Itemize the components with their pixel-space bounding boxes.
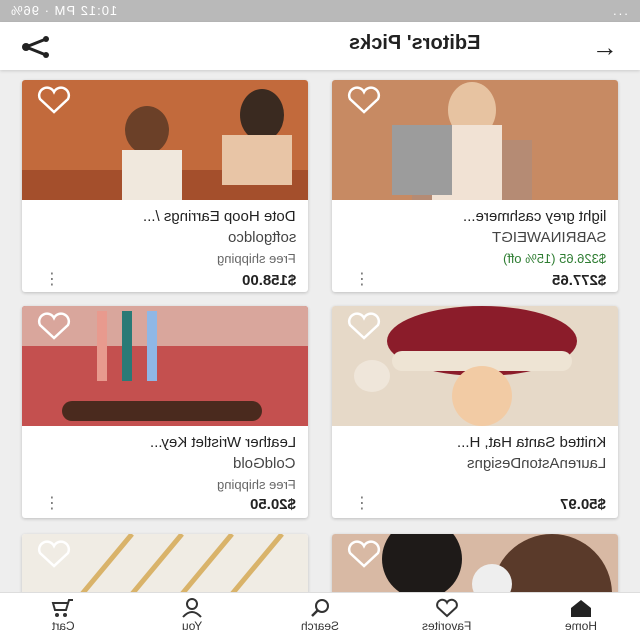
nav-favorites-label: Favorites [422, 619, 472, 633]
heart-icon[interactable] [346, 540, 382, 568]
more-menu-icon[interactable]: ⋮ [44, 496, 60, 512]
product-card[interactable]: Dote Hoop Earrings /... softgoldco Free … [22, 80, 308, 292]
product-card[interactable] [22, 534, 308, 592]
nav-you[interactable]: You [147, 597, 237, 633]
product-name: Leather Wristlet Key... [149, 434, 296, 451]
product-shop: LaurenAstonDesigns [466, 455, 606, 472]
product-card[interactable]: Knitted Santa Hat, H... LaurenAstonDesig… [332, 306, 618, 518]
product-name: Knitted Santa Hat, H... [456, 434, 606, 451]
page-title: Editors' Picks [349, 32, 481, 54]
product-shop: SABRINAWEIGT [491, 229, 606, 246]
free-shipping-label: Free shipping [217, 477, 296, 492]
nav-search-label: Search [300, 619, 340, 633]
product-card[interactable] [332, 534, 618, 592]
more-menu-icon[interactable]: ⋮ [354, 496, 370, 512]
status-extra: ... [611, 3, 628, 18]
nav-search[interactable]: Search [275, 597, 365, 633]
back-arrow-icon[interactable]: ← [592, 32, 618, 63]
favorites-icon [402, 597, 492, 619]
nav-favorites[interactable]: Favorites [402, 597, 492, 633]
nav-cart[interactable]: Cart [18, 597, 108, 633]
product-name: light grey cashmere... [462, 208, 606, 225]
product-price: $20.50 [250, 496, 296, 513]
product-shop: ColdGold [233, 455, 296, 472]
product-price: $277.65 [551, 272, 606, 289]
nav-home[interactable]: Home [536, 597, 626, 633]
product-price: $158.00 [241, 272, 296, 289]
nav-home-label: Home [564, 619, 597, 633]
status-bar: 10:12 PM · 96% ... [0, 0, 640, 22]
home-icon [536, 597, 626, 619]
search-icon [275, 597, 365, 619]
heart-icon[interactable] [36, 86, 72, 114]
bottom-nav: Home Favorites Search You Cart [0, 592, 640, 640]
more-menu-icon[interactable]: ⋮ [354, 272, 370, 288]
product-card[interactable]: Leather Wristlet Key... ColdGold Free sh… [22, 306, 308, 518]
heart-icon[interactable] [346, 312, 382, 340]
free-shipping-label: Free shipping [217, 251, 296, 266]
app-bar: Editors' Picks ← [0, 22, 640, 70]
nav-cart-label: Cart [51, 619, 75, 633]
you-icon [147, 597, 237, 619]
product-shop: softgoldco [227, 229, 296, 246]
status-time: 10:12 PM · 96% [10, 3, 118, 18]
nav-you-label: You [181, 619, 203, 633]
heart-icon[interactable] [36, 312, 72, 340]
cart-icon [18, 597, 108, 619]
product-grid: light grey cashmere... SABRINAWEIGT $326… [0, 70, 640, 592]
share-icon[interactable] [20, 34, 52, 60]
product-name: Dote Hoop Earrings /... [143, 208, 296, 225]
more-menu-icon[interactable]: ⋮ [44, 272, 60, 288]
heart-icon[interactable] [36, 540, 72, 568]
product-price: $50.97 [560, 496, 606, 513]
heart-icon[interactable] [346, 86, 382, 114]
product-sale-price: $326.65 (15% off) [502, 251, 606, 266]
product-card[interactable]: light grey cashmere... SABRINAWEIGT $326… [332, 80, 618, 292]
